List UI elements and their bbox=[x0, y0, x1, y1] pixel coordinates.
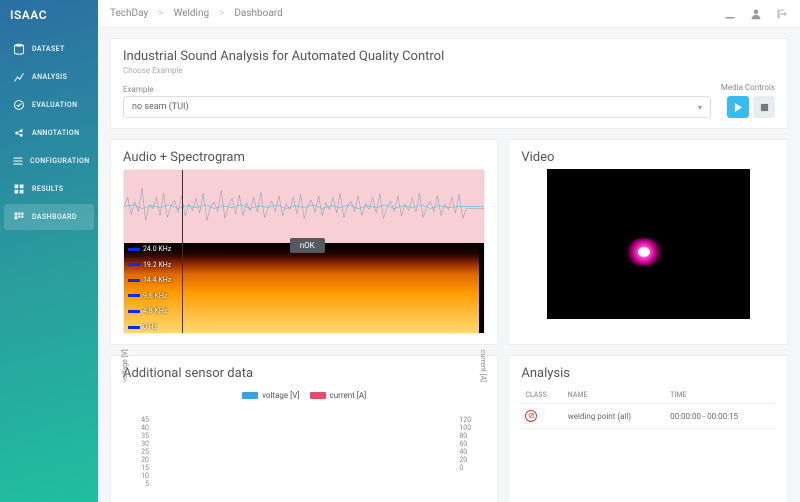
y-left-tick: 20 bbox=[127, 456, 149, 464]
main-area: TechDay > Welding > Dashboard Industrial Sou… bbox=[98, 0, 800, 502]
page-title: Industrial Sound Analysis for Automated … bbox=[123, 49, 775, 64]
analysis-col-name: NAME bbox=[564, 387, 666, 404]
y-axis-left-label: voltage [V] bbox=[121, 349, 129, 382]
playhead-cursor[interactable] bbox=[182, 170, 183, 333]
y-right-tick: 40 bbox=[459, 448, 481, 456]
sensor-data-panel: Additional sensor data voltage [V] curren… bbox=[110, 355, 498, 502]
database-icon bbox=[12, 42, 26, 56]
brand-title: ISAAC bbox=[0, 0, 98, 30]
sidebar-item-results[interactable]: RESULTS bbox=[4, 176, 94, 202]
sidebar-item-evaluation[interactable]: EVALUATION bbox=[4, 92, 94, 118]
breadcrumb-item[interactable]: Welding bbox=[173, 8, 209, 19]
y-right-tick: 0 bbox=[459, 464, 481, 472]
y-left-tick: 45 bbox=[127, 416, 149, 424]
breadcrumb-item[interactable]: Dashboard bbox=[234, 8, 282, 19]
analysis-col-time: TIME bbox=[666, 387, 775, 404]
sliders-icon bbox=[12, 154, 24, 168]
analysis-name: welding point (all) bbox=[564, 404, 666, 429]
analysis-time: 00:00:00 - 00:00:15 bbox=[666, 404, 775, 429]
video-panel-title: Video bbox=[521, 150, 775, 165]
sidebar-item-configuration[interactable]: CONFIGURATION bbox=[4, 148, 94, 174]
sidebar-item-dataset[interactable]: DATASET bbox=[4, 36, 94, 62]
dashboard-icon bbox=[12, 210, 26, 224]
y-left-tick: 35 bbox=[127, 432, 149, 440]
spectrogram-display[interactable]: 24.0 KHz19.2 KHz14.4 KHz9.6 KHz4.8 KHz0 … bbox=[123, 169, 485, 334]
legend-item: current [A] bbox=[310, 391, 367, 400]
video-frame[interactable] bbox=[547, 169, 750, 319]
sidebar-item-label: DATASET bbox=[32, 45, 65, 53]
audio-panel-title: Audio + Spectrogram bbox=[123, 150, 485, 165]
play-button[interactable] bbox=[727, 96, 749, 118]
sensor-panel-title: Additional sensor data bbox=[123, 366, 485, 381]
y-right-tick: 80 bbox=[459, 432, 481, 440]
sidebar-item-annotation[interactable]: ANNOTATION bbox=[4, 120, 94, 146]
sensor-chart: voltage [V]current [A] 45403530252015105… bbox=[123, 389, 485, 502]
y-left-tick: 15 bbox=[127, 464, 149, 472]
audio-spectrogram-panel: Audio + Spectrogram 24.0 KHz19.2 KHz14.4… bbox=[110, 139, 498, 345]
y-left-tick: 10 bbox=[127, 472, 149, 480]
y-right-tick: 20 bbox=[459, 456, 481, 464]
class-indicator-icon: ⊘ bbox=[525, 410, 537, 422]
sidebar-item-label: EVALUATION bbox=[32, 101, 77, 109]
topbar: TechDay > Welding > Dashboard bbox=[98, 0, 800, 28]
tag-icon bbox=[12, 126, 26, 140]
breadcrumb: TechDay > Welding > Dashboard bbox=[110, 8, 283, 19]
analysis-panel-title: Analysis bbox=[521, 366, 775, 381]
waveform-svg bbox=[124, 170, 484, 243]
sidebar-item-label: DASHBOARD bbox=[32, 213, 77, 221]
chart-icon bbox=[12, 70, 26, 84]
header-card: Industrial Sound Analysis for Automated … bbox=[110, 38, 788, 129]
breadcrumb-separator: > bbox=[158, 8, 163, 19]
grid-icon bbox=[12, 182, 26, 196]
analysis-panel: Analysis CLASSNAMETIME ⊘ welding point (a… bbox=[508, 355, 788, 502]
sidebar-item-label: CONFIGURATION bbox=[30, 157, 90, 165]
y-left-tick: 5 bbox=[127, 480, 149, 488]
user-icon[interactable] bbox=[750, 8, 762, 20]
table-row[interactable]: ⊘ welding point (all)00:00:00 - 00:00:15 bbox=[521, 404, 775, 429]
video-panel: Video bbox=[508, 139, 788, 345]
y-left-tick: 30 bbox=[127, 440, 149, 448]
y-right-tick: 100 bbox=[459, 424, 481, 432]
legend-item: voltage [V] bbox=[242, 391, 299, 400]
check-circle-icon bbox=[12, 98, 26, 112]
media-controls-label: Media Controls bbox=[721, 83, 775, 92]
download-icon[interactable] bbox=[724, 8, 736, 20]
sidebar-item-analysis[interactable]: ANALYSIS bbox=[4, 64, 94, 90]
sidebar: ISAAC DATASET ANALYSIS EVALUATION ANNOTATIO… bbox=[0, 0, 98, 502]
analysis-col-class: CLASS bbox=[521, 387, 563, 404]
sidebar-item-dashboard[interactable]: DASHBOARD bbox=[4, 204, 94, 230]
y-axis-right-label: current [A] bbox=[479, 350, 487, 382]
chevron-down-icon: ▾ bbox=[698, 103, 702, 112]
sidebar-item-label: ANALYSIS bbox=[32, 73, 67, 81]
page-subtitle: Choose Example bbox=[123, 66, 775, 75]
sidebar-item-label: ANNOTATION bbox=[32, 129, 80, 137]
sidebar-item-label: RESULTS bbox=[32, 185, 64, 193]
breadcrumb-separator: > bbox=[219, 8, 224, 19]
y-right-tick: 120 bbox=[459, 416, 481, 424]
logout-icon[interactable] bbox=[776, 8, 788, 20]
example-select[interactable]: no seam (TUI) ▾ bbox=[123, 96, 711, 118]
y-left-tick: 40 bbox=[127, 424, 149, 432]
example-select-value: no seam (TUI) bbox=[132, 102, 189, 112]
stop-button[interactable] bbox=[753, 96, 775, 118]
y-right-tick: 60 bbox=[459, 440, 481, 448]
y-left-tick: 25 bbox=[127, 448, 149, 456]
analysis-table: CLASSNAMETIME ⊘ welding point (all)00:00:… bbox=[521, 387, 775, 429]
breadcrumb-item[interactable]: TechDay bbox=[110, 8, 148, 19]
example-label: Example bbox=[123, 85, 711, 94]
